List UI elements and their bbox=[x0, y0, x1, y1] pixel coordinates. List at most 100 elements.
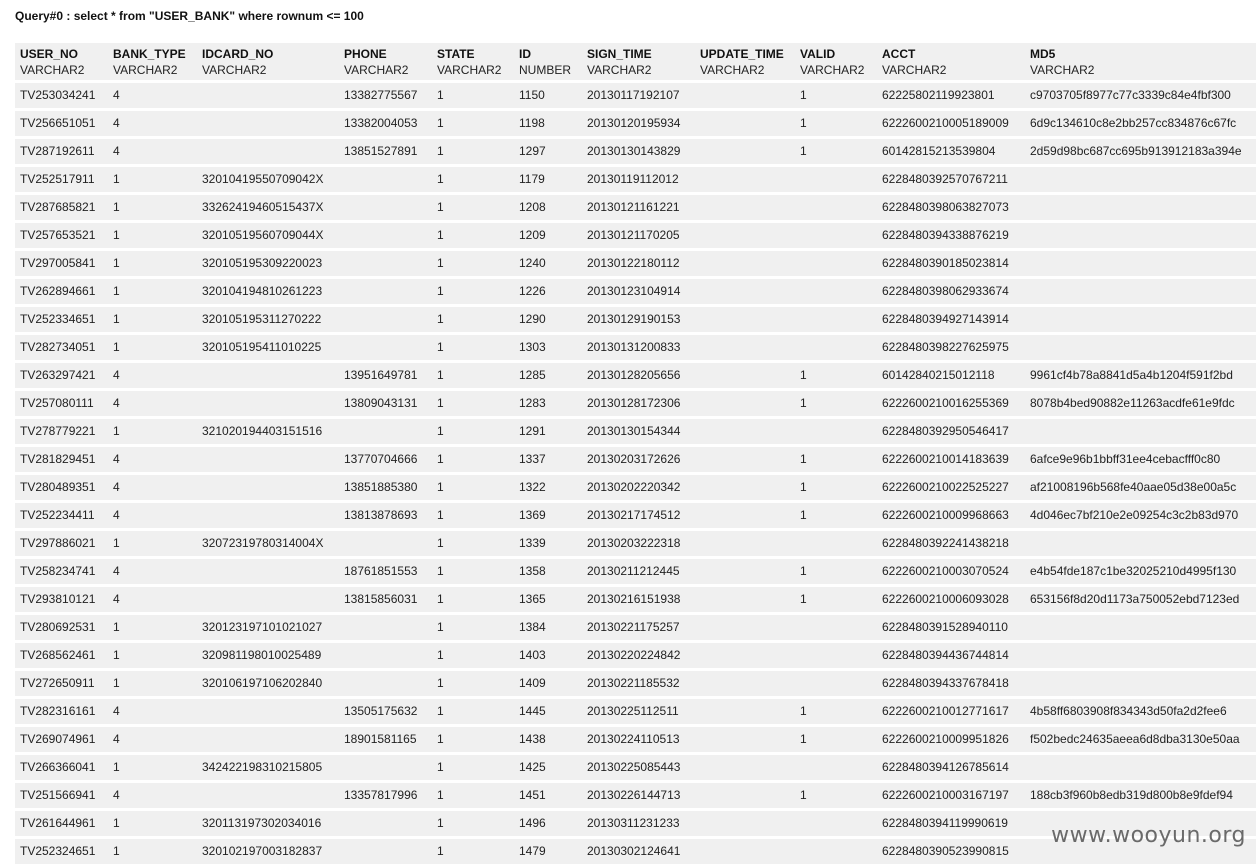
table-cell: 1303 bbox=[514, 335, 582, 363]
table-cell: 1297 bbox=[514, 139, 582, 167]
table-cell: 1 bbox=[108, 811, 197, 839]
table-cell bbox=[1025, 167, 1256, 195]
table-cell: 6228480392570767211 bbox=[877, 167, 1025, 195]
table-cell bbox=[695, 755, 795, 783]
table-cell bbox=[795, 419, 877, 447]
table-cell: 320104194810261223 bbox=[197, 279, 339, 307]
table-cell bbox=[695, 195, 795, 223]
column-name: USER_NO bbox=[20, 47, 79, 61]
table-cell: TV278779221 bbox=[15, 419, 108, 447]
table-cell bbox=[695, 111, 795, 139]
table-cell bbox=[1025, 671, 1256, 699]
table-cell bbox=[695, 447, 795, 475]
table-cell: 1403 bbox=[514, 643, 582, 671]
table-cell: TV257653521 bbox=[15, 223, 108, 251]
column-type: VARCHAR2 bbox=[20, 63, 85, 77]
table-cell: 4 bbox=[108, 727, 197, 755]
table-cell: 321020194403151516 bbox=[197, 419, 339, 447]
table-cell: 320113197302034016 bbox=[197, 811, 339, 839]
result-table: USER_NO VARCHAR2 BANK_TYPE VARCHAR2 IDCARD_N… bbox=[15, 43, 1256, 867]
table-cell: 1 bbox=[432, 727, 514, 755]
table-cell: 6228480394126785614 bbox=[877, 755, 1025, 783]
table-cell: 13382004053 bbox=[339, 111, 432, 139]
table-cell bbox=[695, 643, 795, 671]
table-cell bbox=[339, 195, 432, 223]
table-cell: 1 bbox=[108, 755, 197, 783]
table-cell: 1 bbox=[795, 475, 877, 503]
column-header-update-time: UPDATE_TIME VARCHAR2 bbox=[695, 43, 795, 83]
table-cell: 20130203222318 bbox=[582, 531, 695, 559]
table-cell: 1208 bbox=[514, 195, 582, 223]
table-cell: 6222600210003167197 bbox=[877, 783, 1025, 811]
table-cell: 1 bbox=[432, 139, 514, 167]
table-cell bbox=[1025, 195, 1256, 223]
table-cell bbox=[695, 363, 795, 391]
table-row: TV258234741 4 18761851553 1 1358 201302112124… bbox=[15, 559, 1256, 587]
table-cell: 1 bbox=[432, 699, 514, 727]
table-cell: 1 bbox=[432, 447, 514, 475]
table-cell: 1 bbox=[108, 167, 197, 195]
column-type: NUMBER bbox=[519, 63, 572, 77]
column-name: UPDATE_TIME bbox=[700, 47, 784, 61]
table-cell: 1 bbox=[432, 279, 514, 307]
table-row: TV297005841 1 320105195309220023 1 1240 20130… bbox=[15, 251, 1256, 279]
column-type: VARCHAR2 bbox=[344, 63, 409, 77]
table-cell: 4 bbox=[108, 503, 197, 531]
table-row: TV280692531 1 320123197101021027 1 1384 20130… bbox=[15, 615, 1256, 643]
table-cell: TV257080111 bbox=[15, 391, 108, 419]
table-cell: 20130130154344 bbox=[582, 419, 695, 447]
table-cell: 6222600210022525227 bbox=[877, 475, 1025, 503]
table-header: USER_NO VARCHAR2 BANK_TYPE VARCHAR2 IDCARD_N… bbox=[15, 43, 1256, 83]
table-cell: 20130224110513 bbox=[582, 727, 695, 755]
table-cell: 20130225085443 bbox=[582, 755, 695, 783]
table-cell: 1322 bbox=[514, 475, 582, 503]
table-cell: 6228480390523990815 bbox=[877, 839, 1025, 867]
table-cell: 320105195411010225 bbox=[197, 335, 339, 363]
table-cell bbox=[339, 811, 432, 839]
table-cell bbox=[695, 531, 795, 559]
table-cell: 6228480392950546417 bbox=[877, 419, 1025, 447]
column-type: VARCHAR2 bbox=[437, 63, 502, 77]
table-row: TV253034241 4 13382775567 1 1150 201301171921… bbox=[15, 83, 1256, 111]
table-cell: 1337 bbox=[514, 447, 582, 475]
table-cell bbox=[695, 167, 795, 195]
table-row: TV280489351 4 13851885380 1 1322 201302022203… bbox=[15, 475, 1256, 503]
table-cell: 1 bbox=[432, 811, 514, 839]
header-row: USER_NO VARCHAR2 BANK_TYPE VARCHAR2 IDCARD_N… bbox=[15, 43, 1256, 83]
table-cell bbox=[795, 755, 877, 783]
table-cell: 1198 bbox=[514, 111, 582, 139]
table-cell: 1179 bbox=[514, 167, 582, 195]
table-cell bbox=[339, 335, 432, 363]
table-cell: TV269074961 bbox=[15, 727, 108, 755]
table-cell: 6228480394436744814 bbox=[877, 643, 1025, 671]
table-cell: TV281829451 bbox=[15, 447, 108, 475]
table-row: TV252334651 1 320105195311270222 1 1290 20130… bbox=[15, 307, 1256, 335]
table-cell bbox=[695, 615, 795, 643]
table-row: TV282316161 4 13505175632 1 1445 201302251125… bbox=[15, 699, 1256, 727]
table-cell: 6d9c134610c8e2bb257cc834876c67fc bbox=[1025, 111, 1256, 139]
table-cell: 4 bbox=[108, 783, 197, 811]
table-cell: 1 bbox=[432, 363, 514, 391]
table-cell: TV280692531 bbox=[15, 615, 108, 643]
table-cell bbox=[695, 671, 795, 699]
table-cell: 1 bbox=[432, 755, 514, 783]
table-cell bbox=[695, 727, 795, 755]
table-cell: 13382775567 bbox=[339, 83, 432, 111]
table-cell: 20130211212445 bbox=[582, 559, 695, 587]
table-cell: TV287192611 bbox=[15, 139, 108, 167]
table-cell: 4 bbox=[108, 363, 197, 391]
table-cell: af21008196b568fe40aae05d38e00a5c bbox=[1025, 475, 1256, 503]
table-cell: 1438 bbox=[514, 727, 582, 755]
table-cell bbox=[795, 195, 877, 223]
column-type: VARCHAR2 bbox=[1030, 63, 1095, 77]
table-cell: TV253034241 bbox=[15, 83, 108, 111]
column-name: ID bbox=[519, 47, 531, 61]
table-cell: 188cb3f960b8edb319d800b8e9fdef94 bbox=[1025, 783, 1256, 811]
table-cell bbox=[695, 783, 795, 811]
column-header-user-no: USER_NO VARCHAR2 bbox=[15, 43, 108, 83]
table-row: TV257080111 4 13809043131 1 1283 201301281723… bbox=[15, 391, 1256, 419]
table-cell bbox=[795, 671, 877, 699]
table-cell: 4d046ec7bf210e2e09254c3c2b83d970 bbox=[1025, 503, 1256, 531]
table-cell: TV280489351 bbox=[15, 475, 108, 503]
table-cell: 18761851553 bbox=[339, 559, 432, 587]
